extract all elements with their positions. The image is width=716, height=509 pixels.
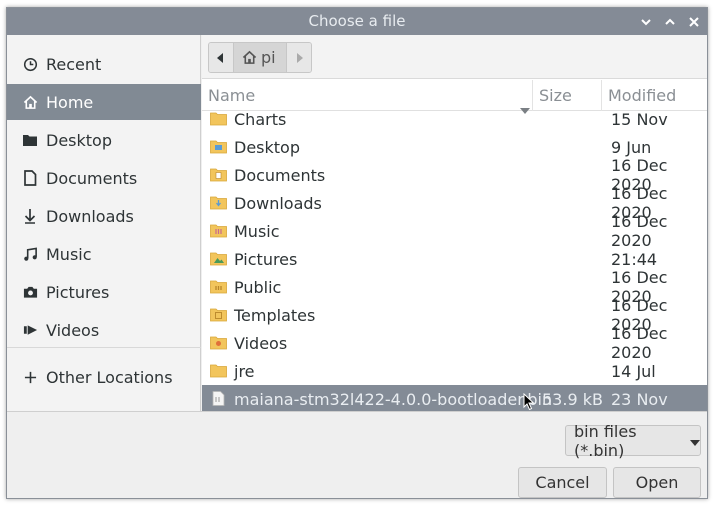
sidebar-item-other-locations[interactable]: Other Locations xyxy=(7,359,201,395)
file-name: Music xyxy=(234,221,280,241)
sidebar-item-label: Home xyxy=(46,92,94,112)
folder-downloads-icon xyxy=(210,195,227,210)
file-row[interactable]: Music 16 Dec 2020 xyxy=(202,212,707,250)
file-browser: pi Name Size Modified Charts 15 Nov Desk… xyxy=(202,35,707,411)
places-sidebar: Recent Home Desktop Documents Downloads xyxy=(7,35,201,411)
video-icon xyxy=(21,321,39,339)
sidebar-item-label: Downloads xyxy=(46,206,134,226)
sidebar-item-recent[interactable]: Recent xyxy=(7,46,201,82)
filter-label: bin files (*.bin) xyxy=(574,421,637,460)
file-row[interactable]: Videos 16 Dec 2020 xyxy=(202,324,707,362)
file-name: Downloads xyxy=(234,193,322,213)
folder-pictures-icon xyxy=(210,251,227,266)
sidebar-item-documents[interactable]: Documents xyxy=(7,160,201,196)
file-type-filter-dropdown[interactable]: bin files (*.bin) xyxy=(565,422,701,460)
sidebar-item-label: Pictures xyxy=(46,282,110,302)
column-name-label: Name xyxy=(208,86,256,105)
clock-icon xyxy=(21,55,39,73)
close-icon[interactable] xyxy=(687,15,701,29)
folder-music-icon xyxy=(210,223,227,238)
file-name: Documents xyxy=(234,165,326,185)
file-modified: 23 Nov xyxy=(611,389,668,409)
file-name: Public xyxy=(234,277,282,297)
file-modified: 21:44 xyxy=(611,249,658,269)
path-forward-button[interactable] xyxy=(286,43,311,72)
file-modified: 15 Nov xyxy=(611,112,668,129)
home-icon xyxy=(21,93,39,111)
cancel-button[interactable]: Cancel xyxy=(518,467,607,498)
sidebar-item-label: Documents xyxy=(46,168,138,188)
column-name[interactable]: Name xyxy=(208,80,530,114)
file-name: Desktop xyxy=(234,137,300,157)
binary-file-icon xyxy=(210,391,227,406)
maximize-icon[interactable] xyxy=(663,15,677,29)
folder-templates-icon xyxy=(210,307,227,322)
column-modified[interactable]: Modified xyxy=(608,80,676,111)
path-bar: pi xyxy=(202,35,707,79)
column-size[interactable]: Size xyxy=(539,80,572,111)
minimize-icon[interactable] xyxy=(639,15,653,29)
path-home-button[interactable]: pi xyxy=(233,43,287,72)
open-button[interactable]: Open xyxy=(613,467,701,498)
music-icon xyxy=(21,245,39,263)
file-name: Charts xyxy=(234,112,287,129)
chevron-left-icon xyxy=(217,49,225,67)
file-name: Videos xyxy=(234,333,288,353)
path-current-label: pi xyxy=(261,48,276,67)
sidebar-item-label: Videos xyxy=(46,320,100,340)
file-row[interactable]: jre 14 Jul xyxy=(202,357,707,385)
download-icon xyxy=(21,207,39,225)
folder-public-icon xyxy=(210,279,227,294)
file-modified: 14 Jul xyxy=(611,361,656,381)
folder-documents-icon xyxy=(210,167,227,182)
file-row-selected[interactable]: maiana-stm32l422-4.0.0-bootloader.bin 53… xyxy=(202,385,707,411)
file-name: jre xyxy=(234,361,255,381)
sidebar-item-downloads[interactable]: Downloads xyxy=(7,198,201,234)
path-buttons: pi xyxy=(208,42,312,73)
sidebar-item-desktop[interactable]: Desktop xyxy=(7,122,201,158)
dialog-footer: bin files (*.bin) Cancel Open xyxy=(7,411,707,498)
window-controls xyxy=(639,8,701,35)
folder-icon xyxy=(210,112,227,126)
file-chooser-dialog: Choose a file Recent Home Desktop Docume… xyxy=(6,7,708,499)
chevron-right-icon xyxy=(295,49,303,67)
file-name: Pictures xyxy=(234,249,298,269)
file-name: Templates xyxy=(234,305,316,325)
home-icon xyxy=(242,50,257,65)
sidebar-item-label: Other Locations xyxy=(46,367,173,387)
path-back-button[interactable] xyxy=(209,43,233,72)
sidebar-item-pictures[interactable]: Pictures xyxy=(7,274,201,310)
column-header: Name Size Modified xyxy=(202,80,707,114)
sidebar-item-music[interactable]: Music xyxy=(7,236,201,272)
mouse-cursor-icon xyxy=(523,392,535,411)
file-size: 53.9 kB xyxy=(542,389,603,409)
column-divider xyxy=(532,80,533,111)
titlebar[interactable]: Choose a file xyxy=(7,8,707,35)
dialog-title: Choose a file xyxy=(308,12,406,30)
column-divider xyxy=(601,80,602,111)
file-name: maiana-stm32l422-4.0.0-bootloader.bin xyxy=(234,389,553,409)
camera-icon xyxy=(21,283,39,301)
chevron-down-icon xyxy=(690,431,700,450)
sidebar-divider xyxy=(7,347,201,348)
sidebar-item-label: Music xyxy=(46,244,92,264)
file-modified: 9 Jun xyxy=(611,137,652,157)
sidebar-item-videos[interactable]: Videos xyxy=(7,312,201,348)
folder-icon xyxy=(21,131,39,149)
sidebar-item-label: Recent xyxy=(46,54,102,74)
file-list: Charts 15 Nov Desktop 9 Jun Documents 16… xyxy=(202,112,707,411)
plus-icon xyxy=(21,368,39,386)
sidebar-item-home[interactable]: Home xyxy=(7,84,201,120)
folder-videos-icon xyxy=(210,335,227,350)
sidebar-item-label: Desktop xyxy=(46,130,112,150)
folder-desktop-icon xyxy=(210,139,227,154)
folder-icon xyxy=(210,363,227,378)
file-row[interactable]: Charts 15 Nov xyxy=(202,112,707,133)
document-icon xyxy=(21,169,39,187)
